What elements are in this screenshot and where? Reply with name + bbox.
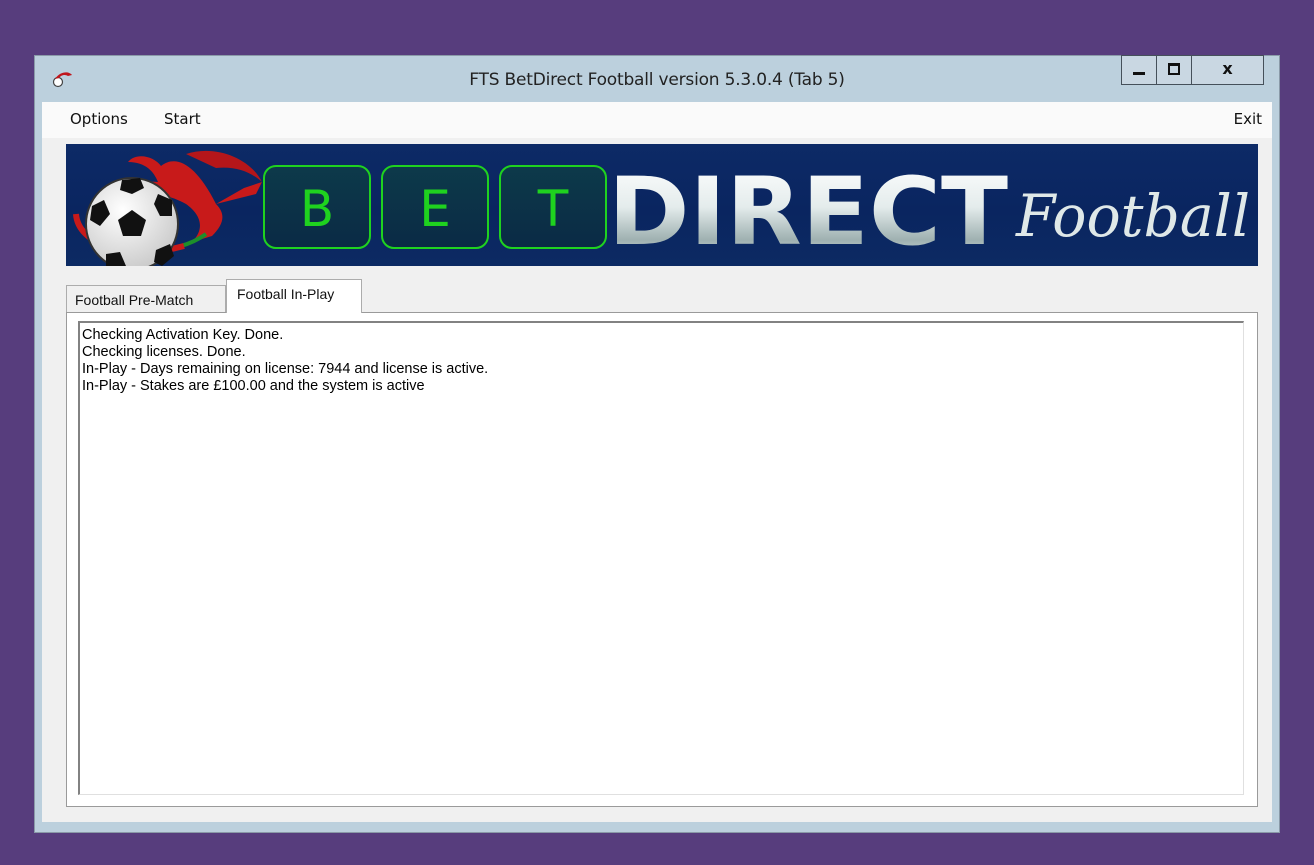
banner-direct-text: DIRECT xyxy=(608,158,1008,266)
bet-letters: B E T xyxy=(263,165,607,249)
log-line: In-Play - Days remaining on license: 794… xyxy=(82,361,489,377)
app-window: FTS BetDirect Football version 5.3.0.4 (… xyxy=(34,55,1280,833)
close-button[interactable]: x xyxy=(1191,55,1264,85)
close-icon: x xyxy=(1222,59,1233,78)
log-textbox[interactable]: Checking Activation Key. Done. Checking … xyxy=(78,321,1244,795)
minimize-button[interactable] xyxy=(1121,55,1156,85)
log-line: Checking Activation Key. Done. xyxy=(82,327,284,343)
menu-bar: Options Start Exit xyxy=(42,102,1272,138)
log-line: Checking licenses. Done. xyxy=(82,344,246,360)
window-title: FTS BetDirect Football version 5.3.0.4 (… xyxy=(469,70,845,90)
football-icon xyxy=(85,177,179,266)
tab-panel-in-play: Checking Activation Key. Done. Checking … xyxy=(66,312,1258,807)
banner-letter-t: T xyxy=(537,180,569,238)
client-area: Options Start Exit B E T DIRECT Football… xyxy=(42,102,1272,822)
menu-options[interactable]: Options xyxy=(70,110,128,128)
log-line: In-Play - Stakes are £100.00 and the sys… xyxy=(82,378,425,394)
maximize-icon xyxy=(1168,63,1180,75)
title-bar[interactable]: FTS BetDirect Football version 5.3.0.4 (… xyxy=(35,55,1279,102)
menu-start[interactable]: Start xyxy=(164,110,201,128)
banner-letter-e: E xyxy=(419,180,451,238)
tab-football-in-play[interactable]: Football In-Play xyxy=(226,279,362,313)
betdirect-banner: B E T DIRECT Football xyxy=(66,144,1258,266)
menu-exit[interactable]: Exit xyxy=(1234,110,1262,128)
banner-football-script: Football xyxy=(1015,182,1250,250)
banner-letter-b: B xyxy=(300,180,334,238)
banner-art: B E T DIRECT Football xyxy=(73,150,1250,266)
minimize-icon xyxy=(1133,72,1145,75)
maximize-button[interactable] xyxy=(1156,55,1191,85)
tab-football-pre-match[interactable]: Football Pre-Match xyxy=(66,285,226,313)
